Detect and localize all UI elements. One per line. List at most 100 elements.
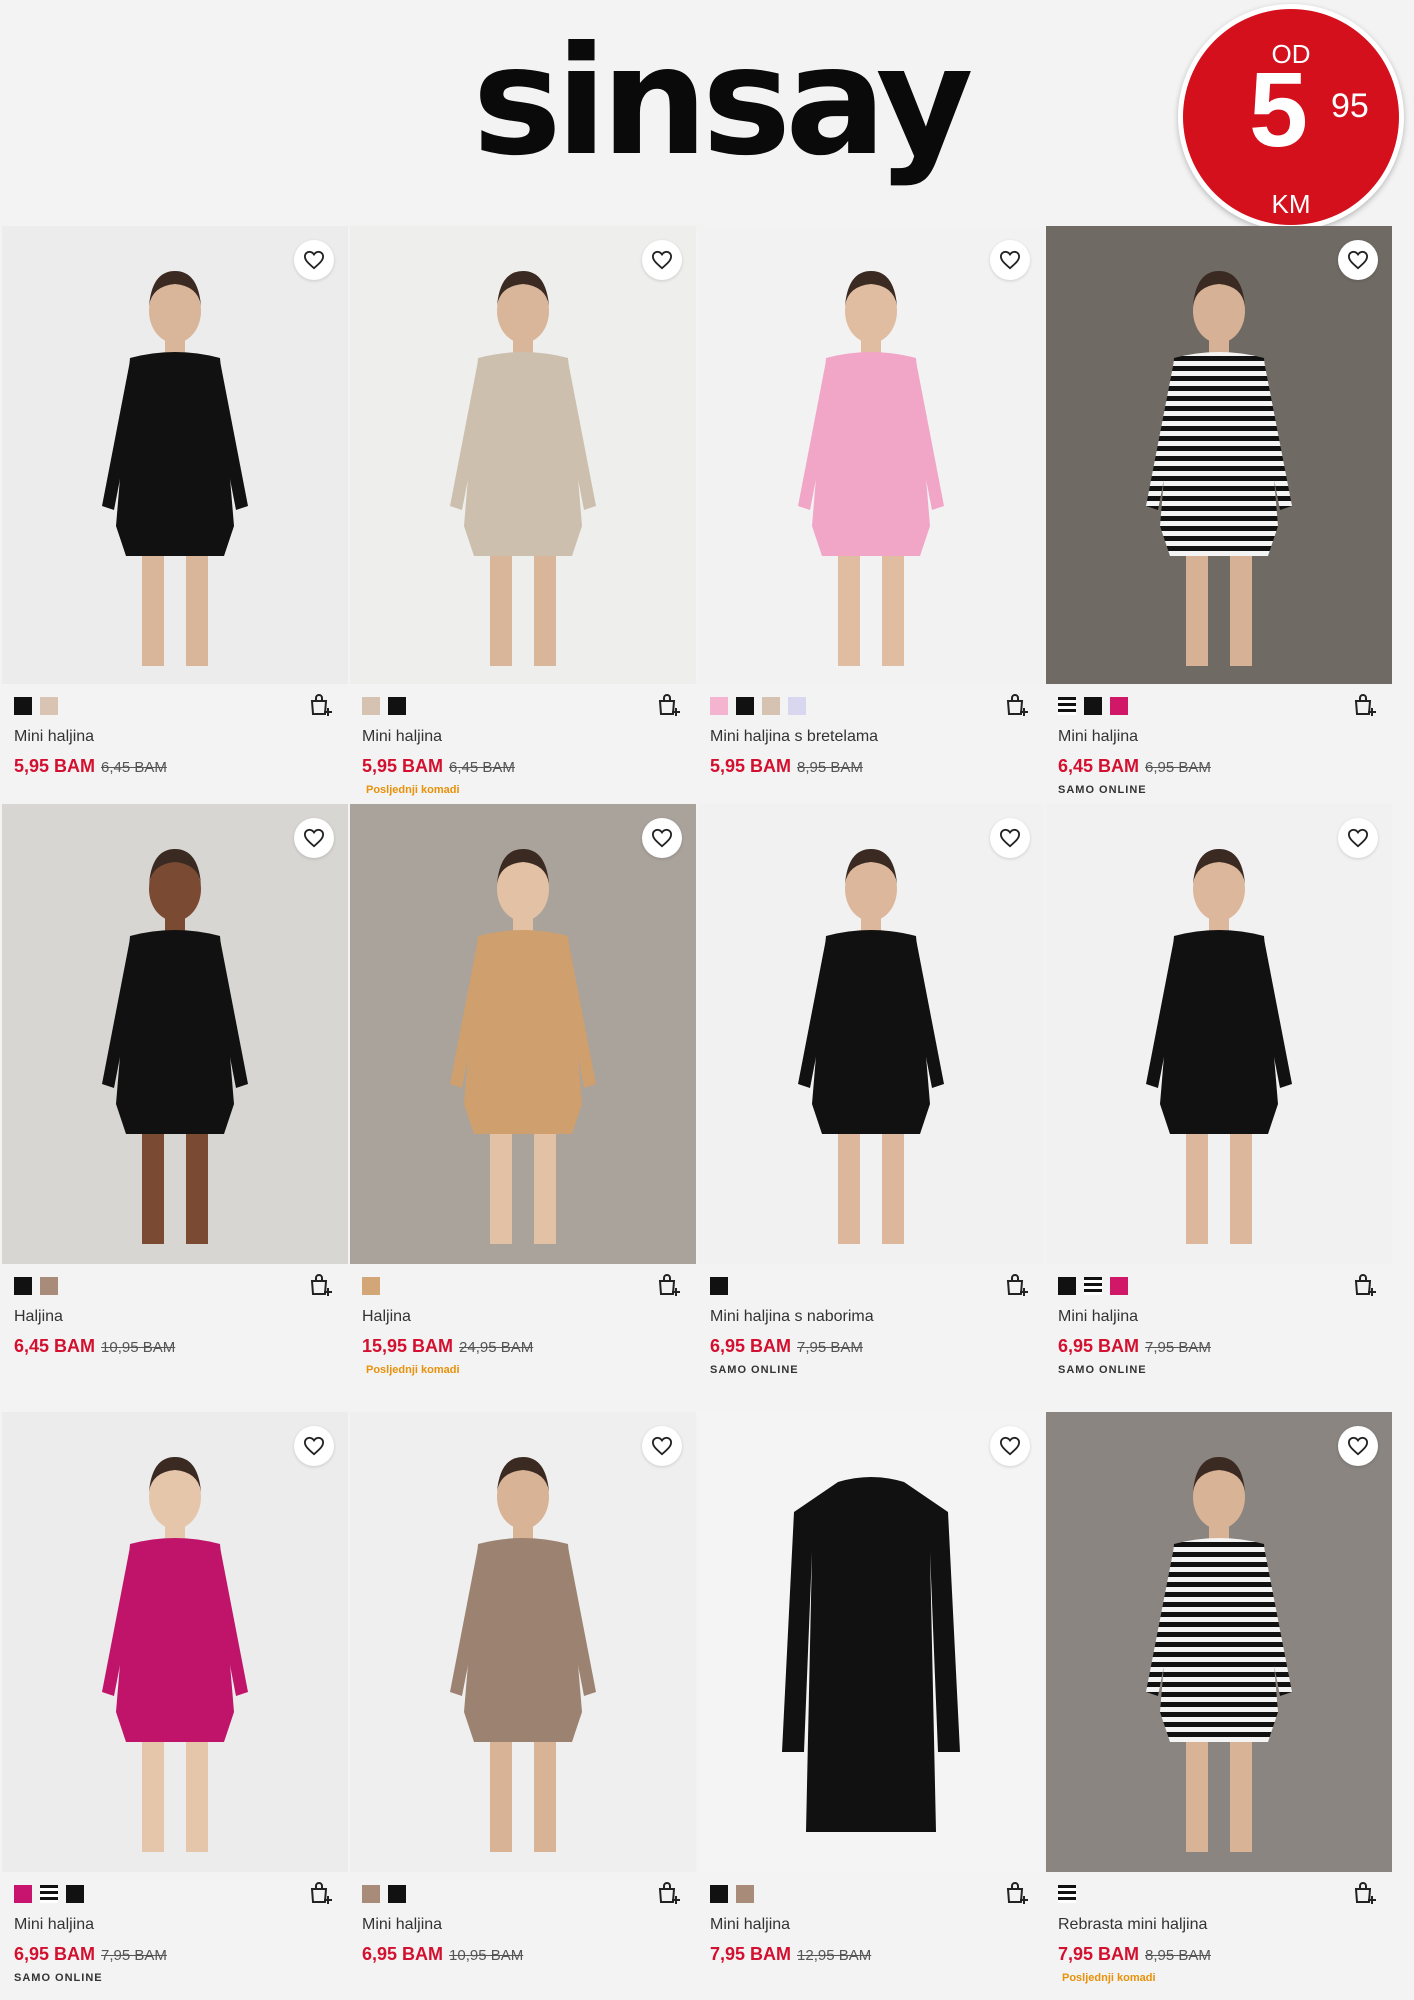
color-swatch[interactable] [736, 697, 754, 715]
add-to-bag-icon[interactable] [656, 1880, 682, 1906]
product-name[interactable]: Mini haljina [362, 728, 442, 746]
product-card[interactable]: Mini haljina s naborima 6,95 BAM 7,95 BAM S… [698, 804, 1044, 1376]
color-swatch[interactable] [362, 1277, 380, 1295]
color-swatch[interactable] [710, 1885, 728, 1903]
product-name[interactable]: Haljina [362, 1308, 411, 1326]
wishlist-heart-icon[interactable] [1338, 818, 1378, 858]
product-image[interactable] [698, 804, 1044, 1264]
product-name[interactable]: Mini haljina [710, 1916, 790, 1934]
wishlist-heart-icon[interactable] [990, 1426, 1030, 1466]
current-price: 7,95 BAM [1058, 1944, 1140, 1964]
product-card[interactable]: Mini haljina 5,95 BAM 6,45 BAM [2, 226, 348, 786]
add-to-bag-icon[interactable] [656, 692, 682, 718]
color-swatch[interactable] [14, 697, 32, 715]
product-card[interactable]: Mini haljina 5,95 BAM 6,45 BAM Posljednji k… [350, 226, 696, 796]
wishlist-heart-icon[interactable] [990, 818, 1030, 858]
product-name[interactable]: Mini haljina [1058, 1308, 1138, 1326]
product-image[interactable] [350, 226, 696, 684]
product-name[interactable]: Mini haljina s naborima [710, 1308, 874, 1326]
product-card[interactable]: Rebrasta mini haljina 7,95 BAM 8,95 BAM Pos… [1046, 1412, 1392, 1984]
old-price: 7,95 BAM [101, 1947, 167, 1964]
product-price: 15,95 BAM 24,95 BAM [362, 1336, 533, 1357]
product-name[interactable]: Mini haljina [14, 1916, 94, 1934]
color-swatches [710, 1885, 754, 1903]
wishlist-heart-icon[interactable] [294, 818, 334, 858]
add-to-bag-icon[interactable] [308, 1880, 334, 1906]
product-price: 6,45 BAM 6,95 BAM [1058, 756, 1211, 777]
product-price: 5,95 BAM 6,45 BAM [362, 756, 515, 777]
product-image[interactable] [698, 1412, 1044, 1872]
add-to-bag-icon[interactable] [308, 1272, 334, 1298]
color-swatch[interactable] [762, 697, 780, 715]
product-card[interactable]: Mini haljina 6,95 BAM 10,95 BAM [350, 1412, 696, 1972]
product-card[interactable]: Mini haljina s bretelama 5,95 BAM 8,95 BAM [698, 226, 1044, 786]
product-image[interactable] [1046, 804, 1392, 1264]
product-name[interactable]: Mini haljina [14, 728, 94, 746]
add-to-bag-icon[interactable] [1004, 1272, 1030, 1298]
color-swatch[interactable] [1084, 697, 1102, 715]
wishlist-heart-icon[interactable] [1338, 1426, 1378, 1466]
color-swatch[interactable] [14, 1885, 32, 1903]
color-swatch[interactable] [1058, 697, 1076, 715]
old-price: 10,95 BAM [101, 1339, 176, 1356]
add-to-bag-icon[interactable] [1352, 1880, 1378, 1906]
product-tag: Posljednji komadi [366, 784, 460, 796]
color-swatch[interactable] [40, 1277, 58, 1295]
wishlist-heart-icon[interactable] [1338, 240, 1378, 280]
add-to-bag-icon[interactable] [1352, 1272, 1378, 1298]
old-price: 12,95 BAM [797, 1947, 872, 1964]
product-card[interactable]: Mini haljina 6,95 BAM 7,95 BAM SAMO ONLINE [1046, 804, 1392, 1376]
color-swatch[interactable] [710, 697, 728, 715]
product-image[interactable] [2, 226, 348, 684]
add-to-bag-icon[interactable] [1004, 1880, 1030, 1906]
color-swatch[interactable] [1110, 1277, 1128, 1295]
color-swatch[interactable] [1084, 1277, 1102, 1295]
current-price: 5,95 BAM [14, 756, 96, 776]
product-image[interactable] [1046, 226, 1392, 684]
color-swatch[interactable] [736, 1885, 754, 1903]
product-image[interactable] [350, 1412, 696, 1872]
current-price: 6,95 BAM [710, 1336, 792, 1356]
color-swatch[interactable] [1058, 1885, 1076, 1903]
product-name[interactable]: Mini haljina [1058, 728, 1138, 746]
color-swatch[interactable] [40, 697, 58, 715]
old-price: 7,95 BAM [1145, 1339, 1211, 1356]
wishlist-heart-icon[interactable] [642, 818, 682, 858]
product-name[interactable]: Mini haljina [362, 1916, 442, 1934]
product-card[interactable]: Mini haljina 6,45 BAM 6,95 BAM SAMO ONLINE [1046, 226, 1392, 796]
add-to-bag-icon[interactable] [308, 692, 334, 718]
wishlist-heart-icon[interactable] [642, 240, 682, 280]
wishlist-heart-icon[interactable] [642, 1426, 682, 1466]
color-swatch[interactable] [710, 1277, 728, 1295]
product-card[interactable]: Haljina 15,95 BAM 24,95 BAM Posljednji koma… [350, 804, 696, 1376]
wishlist-heart-icon[interactable] [294, 1426, 334, 1466]
add-to-bag-icon[interactable] [656, 1272, 682, 1298]
product-card[interactable]: Haljina 6,45 BAM 10,95 BAM [2, 804, 348, 1364]
product-card[interactable]: Mini haljina 6,95 BAM 7,95 BAM SAMO ONLINE [2, 1412, 348, 1984]
add-to-bag-icon[interactable] [1352, 692, 1378, 718]
color-swatch[interactable] [388, 1885, 406, 1903]
wishlist-heart-icon[interactable] [294, 240, 334, 280]
color-swatch[interactable] [788, 697, 806, 715]
color-swatch[interactable] [40, 1885, 58, 1903]
product-name[interactable]: Rebrasta mini haljina [1058, 1916, 1207, 1934]
brand-logo[interactable]: sinsay [440, 2, 1000, 217]
product-name[interactable]: Haljina [14, 1308, 63, 1326]
product-image[interactable] [350, 804, 696, 1264]
product-image[interactable] [698, 226, 1044, 684]
product-card[interactable]: Mini haljina 7,95 BAM 12,95 BAM [698, 1412, 1044, 1972]
add-to-bag-icon[interactable] [1004, 692, 1030, 718]
color-swatch[interactable] [362, 697, 380, 715]
product-image[interactable] [2, 1412, 348, 1872]
product-name[interactable]: Mini haljina s bretelama [710, 728, 878, 746]
color-swatch[interactable] [14, 1277, 32, 1295]
product-image[interactable] [2, 804, 348, 1264]
color-swatch[interactable] [388, 697, 406, 715]
wishlist-heart-icon[interactable] [990, 240, 1030, 280]
color-swatch[interactable] [1110, 697, 1128, 715]
color-swatch[interactable] [1058, 1277, 1076, 1295]
product-image[interactable] [1046, 1412, 1392, 1872]
color-swatch[interactable] [362, 1885, 380, 1903]
color-swatches [1058, 697, 1128, 715]
color-swatch[interactable] [66, 1885, 84, 1903]
